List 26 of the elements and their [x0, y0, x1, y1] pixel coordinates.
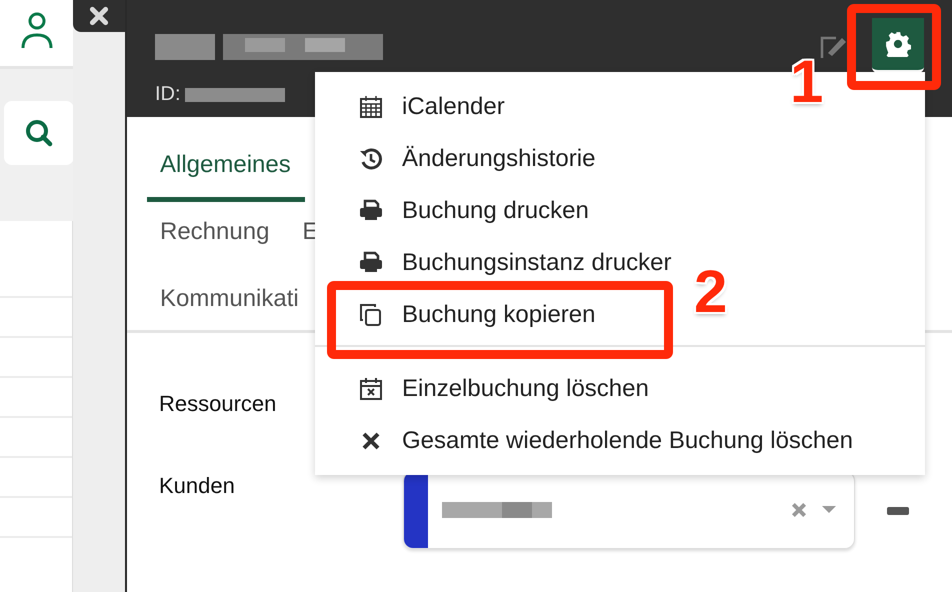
- menu-item[interactable]: Gesamte wiederholende Buchung löschen: [315, 415, 853, 467]
- settings-button[interactable]: [872, 18, 924, 73]
- history-icon: [358, 146, 384, 172]
- menu-item[interactable]: Änderungshistorie: [315, 133, 596, 185]
- tab[interactable]: Kommunikati: [147, 271, 313, 331]
- menu-item[interactable]: Buchung drucken: [315, 185, 589, 237]
- field-label: Ressourcen: [159, 391, 278, 417]
- id-label: ID:: [155, 83, 181, 106]
- calendar-icon: [358, 94, 384, 120]
- menu-item[interactable]: iCalender: [315, 81, 505, 133]
- close-tab[interactable]: [73, 0, 125, 32]
- search-icon: [24, 118, 54, 148]
- close-icon: [88, 5, 110, 27]
- step-number: 2: [694, 262, 728, 322]
- menu-item[interactable]: Buchung kopieren: [315, 289, 596, 341]
- calendar-x-icon: [358, 376, 384, 402]
- menu-item[interactable]: Einzelbuchung löschen: [315, 363, 649, 415]
- clear-icon[interactable]: [790, 501, 808, 519]
- field-label: Kunden: [159, 473, 236, 499]
- settings-icon: [885, 31, 911, 57]
- tab[interactable]: Rechnung: [147, 204, 284, 264]
- menu-item[interactable]: Buchungsinstanz drucker: [315, 237, 672, 289]
- caret-icon[interactable]: [822, 506, 836, 514]
- copy-icon: [358, 302, 384, 328]
- tab[interactable]: Allgemeines: [147, 137, 305, 202]
- search-button[interactable]: [4, 101, 74, 165]
